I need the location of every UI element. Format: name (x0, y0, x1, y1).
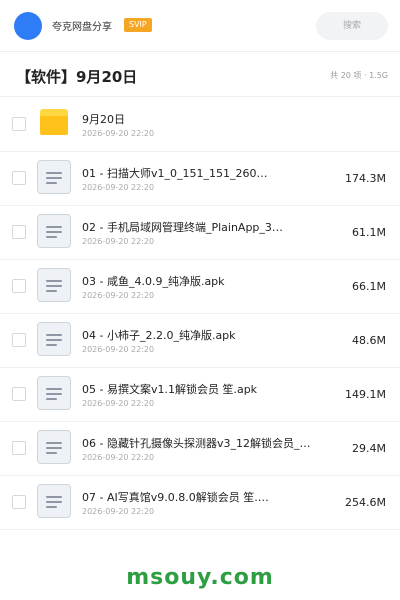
file-row[interactable]: 06 - 隐藏针孔摄像头探测器v3_12解锁会员_… 2026-09-20 22… (0, 422, 400, 476)
file-size: 254.6M (345, 496, 386, 509)
row-checkbox[interactable] (12, 333, 26, 347)
document-icon (37, 430, 71, 464)
file-row[interactable]: 05 - 易撰文案v1.1解锁会员 笙.apk 2026-09-20 22:20… (0, 368, 400, 422)
file-list: 9月20日 2026-09-20 22:20 01 - 扫描大师v1_0_151… (0, 98, 400, 530)
file-date: 2026-09-20 22:20 (82, 237, 155, 246)
search-button[interactable]: 搜索 (316, 12, 388, 40)
file-name: 05 - 易撰文案v1.1解锁会员 笙.apk (82, 383, 258, 396)
file-date: 2026-09-20 22:20 (82, 507, 155, 516)
file-size: 29.4M (352, 442, 386, 455)
document-icon (37, 214, 71, 248)
file-size: 174.3M (345, 172, 386, 185)
row-checkbox[interactable] (12, 117, 26, 131)
document-icon (37, 484, 71, 518)
row-checkbox[interactable] (12, 441, 26, 455)
file-name: 9月20日 (82, 113, 125, 126)
file-date: 2026-09-20 22:20 (82, 183, 155, 192)
file-row[interactable]: 02 - 手机局域网管理终端_PlainApp_3… 2026-09-20 22… (0, 206, 400, 260)
file-date: 2026-09-20 22:20 (82, 291, 155, 300)
avatar[interactable] (14, 12, 42, 40)
file-size: 48.6M (352, 334, 386, 347)
row-checkbox[interactable] (12, 225, 26, 239)
row-checkbox[interactable] (12, 495, 26, 509)
file-row[interactable]: 01 - 扫描大师v1_0_151_151_260… 2026-09-20 22… (0, 152, 400, 206)
file-size: 66.1M (352, 280, 386, 293)
file-date: 2026-09-20 22:20 (82, 345, 155, 354)
file-name: 01 - 扫描大师v1_0_151_151_260… (82, 167, 268, 180)
file-date: 2026-09-20 22:20 (82, 453, 155, 462)
file-row[interactable]: 04 - 小柿子_2.2.0_纯净版.apk 2026-09-20 22:20 … (0, 314, 400, 368)
item-summary: 共 20 项 · 1.5G (330, 71, 388, 80)
svip-badge: SVIP (124, 18, 152, 32)
app-header: 夸克网盘分享 SVIP 搜索 (0, 0, 400, 52)
row-checkbox[interactable] (12, 387, 26, 401)
folder-icon (40, 109, 68, 135)
user-name: 夸克网盘分享 (52, 22, 112, 33)
file-row-folder[interactable]: 9月20日 2026-09-20 22:20 (0, 98, 400, 152)
file-row[interactable]: 03 - 咸鱼_4.0.9_纯净版.apk 2026-09-20 22:20 6… (0, 260, 400, 314)
row-checkbox[interactable] (12, 171, 26, 185)
document-icon (37, 376, 71, 410)
file-size: 61.1M (352, 226, 386, 239)
file-name: 06 - 隐藏针孔摄像头探测器v3_12解锁会员_… (82, 437, 311, 450)
file-name: 07 - AI写真馆v9.0.8.0解锁会员 笙.… (82, 491, 269, 504)
document-icon (37, 160, 71, 194)
title-bar: 【软件】9月20日 共 20 项 · 1.5G (0, 53, 400, 97)
document-icon (37, 268, 71, 302)
page-title: 【软件】9月20日 (16, 68, 138, 86)
watermark: msouy.com (126, 565, 274, 590)
document-icon (37, 322, 71, 356)
file-name: 03 - 咸鱼_4.0.9_纯净版.apk (82, 275, 225, 288)
file-date: 2026-09-20 22:20 (82, 129, 155, 138)
file-row[interactable]: 07 - AI写真馆v9.0.8.0解锁会员 笙.… 2026-09-20 22… (0, 476, 400, 530)
file-date: 2026-09-20 22:20 (82, 399, 155, 408)
file-size: 149.1M (345, 388, 386, 401)
row-checkbox[interactable] (12, 279, 26, 293)
file-name: 04 - 小柿子_2.2.0_纯净版.apk (82, 329, 236, 342)
file-name: 02 - 手机局域网管理终端_PlainApp_3… (82, 221, 283, 234)
